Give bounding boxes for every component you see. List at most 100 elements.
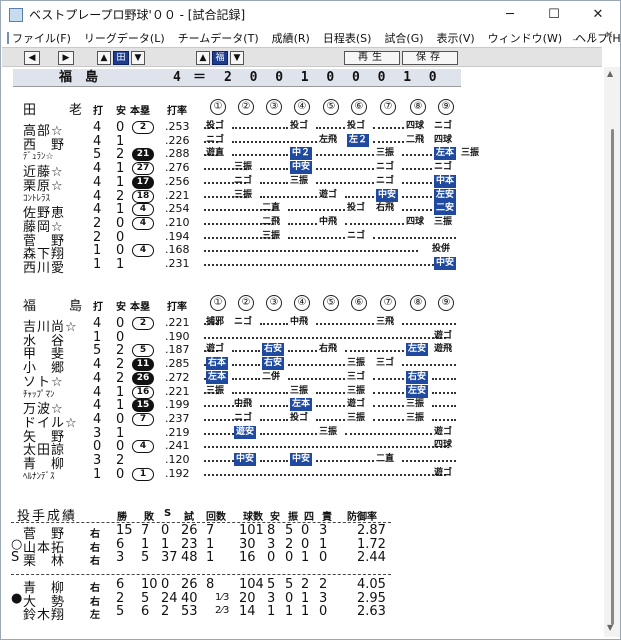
pitcher-mark: ● [11,590,23,606]
play-result: 右飛 [376,203,395,214]
menu-window[interactable]: ウィンドウ(W) [488,30,562,46]
menu-help[interactable]: ヘルプ(H) [575,30,621,46]
play-result: 三振 [347,385,366,396]
inning-header: ⑦ [380,295,396,311]
play-result: 投併 [432,244,451,255]
menu-league-data[interactable]: リーグデータ(L) [84,30,165,46]
dotted-line [316,181,374,184]
score-inning: 0 [275,70,284,85]
player-average: .187 [165,343,190,357]
player-average: .221 [165,316,190,329]
play-result: 中本 [434,174,457,188]
col-hits: 安 [116,106,126,117]
arrow-up-icon[interactable]: ▲ [97,51,111,65]
score-inning: 1 [403,70,412,85]
team2-button[interactable]: 福 [212,51,228,65]
minimize-button[interactable]: ─ [488,1,532,28]
play-result: 三振 [347,358,366,369]
menu-records[interactable]: 成績(R) [272,30,310,46]
dotted-line [232,140,317,143]
title-bar: ベストプレープロ野球'００ - [試合記録] ─ ☐ ✕ [1,1,620,28]
inning-header: ③ [266,99,282,115]
dotted-line [232,377,260,380]
game-record: 田 老打安本塁 打率 ① ② ③ ④ ⑤ ⑥ ⑦ ⑧ ⑨ 高部☆ 4 0 2.253 西 野 4 1.226 ﾃﾞｭ… [1,87,603,639]
app-window: ベストプレープロ野球'００ - [試合記録] ─ ☐ ✕ ファイル(F) リーグ… [0,0,621,640]
score-inning: 1 [300,70,309,85]
play-result: 右安 [262,343,285,357]
arrow-down-icon[interactable]: ▼ [230,51,244,65]
play-result: 三振 [347,412,366,423]
dotted-line [316,127,345,129]
mdi-close-button[interactable]: ✕ [605,30,613,41]
menu-file[interactable]: ファイル(F) [12,30,71,46]
col-homeruns: 本塁 [130,106,150,117]
score-inning: 2 [224,70,232,85]
play-result: 左本 [290,398,313,412]
scroll-thumb[interactable] [611,129,614,625]
play-result: 二安 [434,202,457,216]
pitching-col: 回数 [206,512,226,523]
dotted-line [316,323,374,325]
pitcher-l: 6 [141,604,150,619]
play-result: 三振 [234,189,253,200]
pitcher-name: 鈴木翔 [23,608,66,623]
dotted-line [204,446,446,449]
player-homeruns: 27 [132,162,154,176]
dotted-line [288,350,317,353]
dotted-line [204,264,446,266]
col-homeruns: 本塁 [130,302,150,313]
arrow-down-icon[interactable]: ▼ [131,51,145,65]
pitcher-so: 0 [285,550,294,565]
player-average: .192 [165,466,190,480]
dotted-line [402,209,432,212]
pitcher-w: 3 [116,550,125,565]
player-average: .231 [165,257,190,270]
play-result: 四球 [434,440,453,451]
play-result: 三ゴ [376,358,395,369]
close-button[interactable]: ✕ [576,1,620,28]
menu-team-data[interactable]: チームデータ(T) [178,30,259,46]
save-button[interactable]: 保存 [402,51,458,65]
arrow-up-icon[interactable]: ▲ [196,51,210,65]
arrow-left-icon[interactable]: ◀ [24,51,40,65]
menu-game[interactable]: 試合(G) [384,30,423,46]
arrow-right-icon[interactable]: ▶ [58,51,74,65]
player-homeruns: 17 [132,175,154,189]
dotted-line [373,377,404,380]
dotted-line [260,195,317,198]
score-team: 福 島 [59,70,99,85]
team1-button[interactable]: 田 [113,51,129,65]
menu-schedule[interactable]: 日程表(S) [323,30,372,46]
dotted-line [432,377,456,380]
dotted-line [373,418,404,421]
inning-header: ③ [266,295,282,311]
player-average: .219 [165,425,190,439]
inning-header: ⑤ [323,295,339,311]
player-average: .254 [165,202,190,216]
player-homeruns: 15 [132,399,154,413]
play-result: ニゴ [434,121,453,131]
scroll-up-icon[interactable]: ▲ [607,69,613,78]
menu-view[interactable]: 表示(V) [437,30,475,46]
player-name: 西川愛 [23,261,66,276]
document-icon[interactable] [7,31,9,44]
dotted-line [373,236,456,239]
vertical-scrollbar[interactable]: ▲ ▼ [604,67,620,637]
play-result: 中飛 [319,216,338,227]
play-result: 三振 [290,385,309,396]
inning-header: ① [210,295,226,311]
player-homeruns: 11 [132,358,154,372]
maximize-button[interactable]: ☐ [532,1,576,28]
player-homeruns: 7 [132,412,154,426]
play-result: ニゴ [234,317,253,327]
mdi-restore-button[interactable]: ▫ [589,30,596,41]
player-average: .272 [165,370,190,384]
mdi-minimize-button[interactable]: _ [573,30,578,41]
player-average: .253 [165,120,190,133]
play-result: 左飛 [319,134,338,145]
dotted-line [288,377,345,380]
play-result: 三振 [461,148,480,159]
replay-button[interactable]: 再生 [344,51,400,65]
dotted-line [260,418,288,421]
scroll-down-icon[interactable]: ▼ [607,623,613,632]
